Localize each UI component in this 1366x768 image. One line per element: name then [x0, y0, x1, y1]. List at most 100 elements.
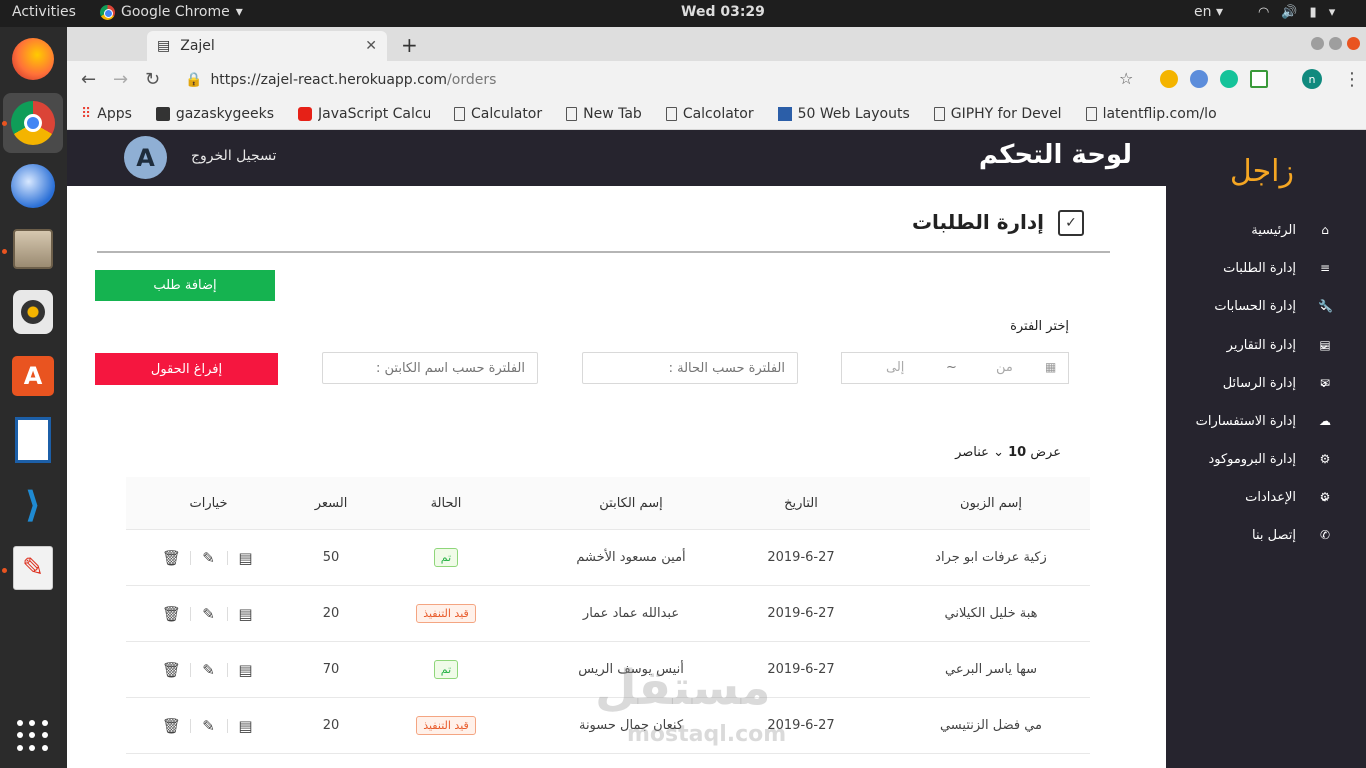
- phone-icon: ✆: [1319, 528, 1331, 542]
- details-icon[interactable]: ▤: [236, 548, 256, 568]
- page-size-selector[interactable]: عرض 10 ⌄ عناصر: [955, 445, 1061, 460]
- trash-icon[interactable]: 🗑: [162, 716, 182, 736]
- date-from[interactable]: من: [996, 360, 1013, 375]
- language-indicator[interactable]: en ▾: [1194, 4, 1223, 20]
- star-icon[interactable]: ☆: [1119, 69, 1133, 88]
- cell-options: 🗑 ✎ ▤: [146, 642, 271, 697]
- captain-filter-input[interactable]: [322, 352, 538, 384]
- sidebar-item[interactable]: إدارة الطلبات ≡: [1166, 253, 1366, 283]
- bookmark-item[interactable]: Calcolator: [665, 106, 754, 122]
- maximize-button[interactable]: [1329, 37, 1342, 50]
- page-icon: [933, 106, 945, 121]
- chrome-icon: [11, 101, 55, 145]
- profile-avatar[interactable]: n: [1302, 69, 1322, 89]
- sidebar-item[interactable]: ⌄ إدارة الحسابات 🔧: [1166, 291, 1366, 321]
- details-icon[interactable]: ▤: [236, 660, 256, 680]
- trash-icon[interactable]: 🗑: [162, 548, 182, 568]
- tab-title: Zajel: [180, 38, 215, 54]
- header-status[interactable]: الحالة: [396, 477, 496, 529]
- details-icon[interactable]: ▤: [236, 604, 256, 624]
- close-icon[interactable]: ✕: [365, 38, 377, 54]
- sidebar-item-label: إتصل بنا: [1252, 527, 1296, 543]
- header-customer[interactable]: إسم الزبون: [896, 477, 1086, 529]
- activities-button[interactable]: Activities: [12, 4, 76, 20]
- page-icon: [1085, 106, 1097, 121]
- sidebar-item-label: إدارة الحسابات: [1214, 298, 1296, 314]
- logout-link[interactable]: تسجيل الخروج: [191, 148, 276, 164]
- page-icon: [454, 106, 466, 121]
- battery-icon: ▮: [1309, 5, 1317, 20]
- edit-icon[interactable]: ✎: [199, 604, 219, 624]
- table-row: هبة خليل الكيلاني 2019-6-27 عبدالله عماد ع…: [126, 586, 1090, 642]
- bookmark-apps[interactable]: ⠿ Apps: [81, 106, 132, 122]
- add-order-button[interactable]: إضافة طلب: [95, 270, 275, 301]
- sidebar-item[interactable]: إدارة البروموكود ⚙: [1166, 444, 1366, 474]
- gear-icon: ⚙: [1319, 452, 1331, 466]
- extension-icon[interactable]: [1190, 70, 1208, 88]
- forward-button[interactable]: →: [113, 69, 128, 90]
- software-center-launcher[interactable]: A: [9, 352, 57, 400]
- bookmark-item[interactable]: GIPHY for Devel: [933, 106, 1062, 122]
- cell-customer: سها ياسر البرعي: [944, 662, 1037, 677]
- sidebar-item[interactable]: ⌄ إدارة التقارير ▤: [1166, 330, 1366, 360]
- sidebar-item[interactable]: إتصل بنا ✆: [1166, 520, 1366, 550]
- rhythmbox-launcher[interactable]: [9, 288, 57, 336]
- status-filter-input[interactable]: [582, 352, 798, 384]
- running-indicator: [2, 121, 7, 126]
- bookmark-item[interactable]: gazaskygeeks: [155, 106, 274, 122]
- reload-button[interactable]: ↻: [145, 69, 160, 90]
- grammarly-icon[interactable]: [1220, 70, 1238, 88]
- minimize-button[interactable]: [1311, 37, 1324, 50]
- back-button[interactable]: ←: [81, 69, 96, 90]
- edit-icon[interactable]: ✎: [199, 660, 219, 680]
- bookmark-item[interactable]: 50 Web Layouts: [777, 106, 910, 122]
- menu-kebab-icon[interactable]: ⋮: [1343, 69, 1361, 90]
- new-tab-button[interactable]: +: [401, 33, 418, 57]
- header-price[interactable]: السعر: [286, 477, 376, 529]
- bookmark-item[interactable]: JavaScript Calcu: [298, 106, 430, 122]
- page-size-value[interactable]: 10: [1008, 445, 1026, 460]
- app-menu[interactable]: Google Chrome ▾: [100, 4, 243, 20]
- chrome-launcher[interactable]: [3, 93, 63, 153]
- clock[interactable]: Wed 03:29: [681, 4, 765, 20]
- thunderbird-launcher[interactable]: [9, 162, 57, 210]
- cell-customer: زكية عرفات ابو جراد: [935, 550, 1047, 565]
- trash-icon[interactable]: 🗑: [162, 660, 182, 680]
- header-captain[interactable]: إسم الكابتن: [536, 477, 726, 529]
- edit-icon[interactable]: ✎: [199, 548, 219, 568]
- clear-fields-button[interactable]: إفراغ الحقول: [95, 353, 278, 385]
- tab-zajel[interactable]: ▤ Zajel ✕: [147, 31, 387, 61]
- edit-icon[interactable]: ✎: [199, 716, 219, 736]
- date-to[interactable]: إلى: [886, 360, 904, 375]
- volume-icon: 🔊: [1281, 5, 1298, 20]
- sidebar-item[interactable]: ⌄ الإعدادات ⚙: [1166, 482, 1366, 512]
- sidebar-item-label: إدارة الطلبات: [1223, 260, 1296, 276]
- writer-launcher[interactable]: [9, 416, 57, 464]
- sheet-icon[interactable]: [1250, 70, 1268, 88]
- bookmark-item[interactable]: New Tab: [566, 106, 642, 122]
- pdf-viewer-launcher[interactable]: ✎: [9, 544, 57, 592]
- bookmark-item[interactable]: Calculator: [454, 106, 542, 122]
- trash-icon[interactable]: 🗑: [162, 604, 182, 624]
- sidebar-item[interactable]: ⌄ إدارة الرسائل ✉: [1166, 368, 1366, 398]
- files-launcher[interactable]: [9, 225, 57, 273]
- chevron-down-icon: ▾: [235, 4, 243, 20]
- system-tray[interactable]: ◠ 🔊 ▮ ▾: [1258, 5, 1335, 20]
- vscode-launcher[interactable]: ⟩: [9, 481, 57, 529]
- extension-icon[interactable]: [1160, 70, 1178, 88]
- divider: [226, 550, 228, 565]
- show-apps-button[interactable]: [9, 712, 57, 760]
- date-range-picker[interactable]: ▦ من ~ إلى: [841, 352, 1069, 384]
- sidebar-item[interactable]: إدارة الاستفسارات ☁: [1166, 406, 1366, 436]
- url-host: https://zajel-react.herokuapp.com: [210, 72, 448, 88]
- details-icon[interactable]: ▤: [236, 716, 256, 736]
- table-header: إسم الزبون التاريخ إسم الكابتن الحالة ال…: [126, 477, 1090, 530]
- sidebar-item[interactable]: الرئيسية ⌂: [1166, 215, 1366, 245]
- address-bar[interactable]: 🔒 https://zajel-react.herokuapp.com/orde…: [177, 65, 1262, 95]
- divider: [226, 662, 228, 677]
- close-window-button[interactable]: [1347, 37, 1360, 50]
- header-date[interactable]: التاريخ: [726, 477, 876, 529]
- bookmark-item[interactable]: latentflip.com/lo: [1085, 106, 1217, 122]
- firefox-launcher[interactable]: [9, 35, 57, 83]
- avatar[interactable]: A: [124, 136, 167, 179]
